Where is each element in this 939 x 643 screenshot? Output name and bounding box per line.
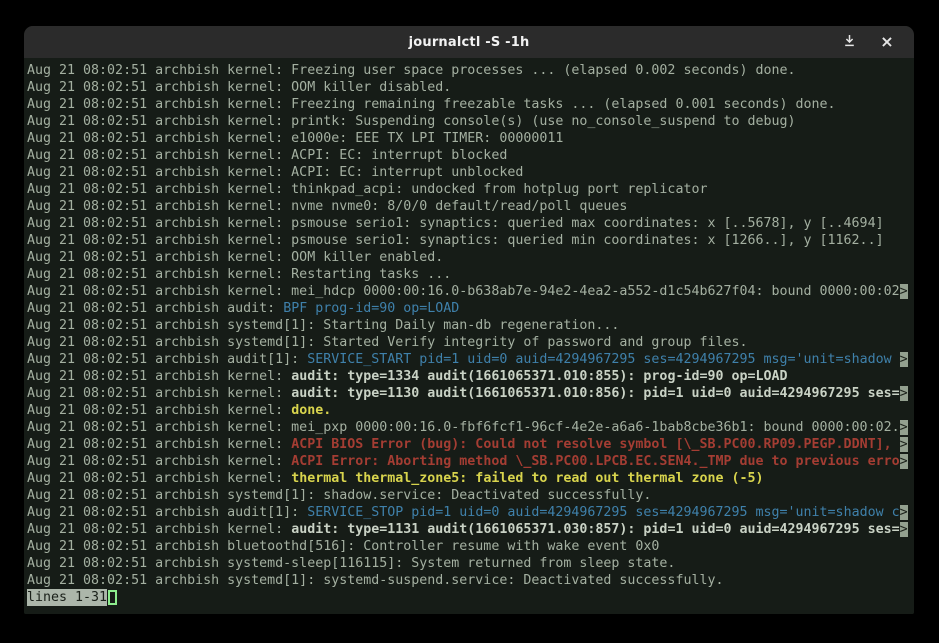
log-segment: > xyxy=(900,352,908,367)
log-segment: Aug 21 08:02:51 archbish systemd[1]: sha… xyxy=(27,488,651,503)
log-line: Aug 21 08:02:51 archbish audit[1]: SERVI… xyxy=(27,504,914,521)
log-segment: Aug 21 08:02:51 archbish audit[1]: xyxy=(27,352,307,367)
log-segment: ACPI Error: Aborting method \_SB.PC00.LP… xyxy=(291,454,899,469)
log-segment: Aug 21 08:02:51 archbish kernel: psmouse… xyxy=(27,233,884,248)
window-title: journalctl -S -1h xyxy=(409,35,530,50)
log-line: Aug 21 08:02:51 archbish kernel: audit: … xyxy=(27,368,914,385)
terminal-cursor xyxy=(108,590,117,605)
log-segment: Aug 21 08:02:51 archbish kernel: xyxy=(27,454,291,469)
log-segment: ACPI BIOS Error (bug): Could not resolve… xyxy=(291,437,899,452)
log-segment: > xyxy=(900,437,908,452)
log-line: Aug 21 08:02:51 archbish kernel: mei_hdc… xyxy=(27,283,914,300)
log-line: Aug 21 08:02:51 archbish systemd[1]: sha… xyxy=(27,487,914,504)
log-segment: thermal thermal_zone5: failed to read ou… xyxy=(291,471,763,486)
log-segment: Aug 21 08:02:51 archbish kernel: xyxy=(27,369,291,384)
log-line: Aug 21 08:02:51 archbish kernel: ACPI Er… xyxy=(27,453,914,470)
log-line: Aug 21 08:02:51 archbish kernel: done. xyxy=(27,402,914,419)
log-segment: Aug 21 08:02:51 archbish kernel: ACPI: E… xyxy=(27,148,507,163)
log-segment: > xyxy=(900,284,908,299)
log-line: Aug 21 08:02:51 archbish kernel: thermal… xyxy=(27,470,914,487)
log-segment: Aug 21 08:02:51 archbish kernel: ACPI: E… xyxy=(27,165,523,180)
log-line: Aug 21 08:02:51 archbish kernel: ACPI: E… xyxy=(27,147,914,164)
log-segment: audit: type=1334 audit(1661065371.010:85… xyxy=(291,369,787,384)
log-line: Aug 21 08:02:51 archbish kernel: ACPI: E… xyxy=(27,164,914,181)
log-segment: Aug 21 08:02:51 archbish kernel: OOM kil… xyxy=(27,250,443,265)
log-segment: > xyxy=(900,522,908,537)
log-segment: audit: type=1131 audit(1661065371.030:85… xyxy=(291,522,899,537)
log-line: Aug 21 08:02:51 archbish kernel: OOM kil… xyxy=(27,79,914,96)
log-segment: Aug 21 08:02:51 archbish kernel: thinkpa… xyxy=(27,182,707,197)
log-segment: Aug 21 08:02:51 archbish kernel: printk:… xyxy=(27,114,796,129)
log-segment: Aug 21 08:02:51 archbish audit: xyxy=(27,301,283,316)
log-line: Aug 21 08:02:51 archbish systemd-sleep[1… xyxy=(27,555,914,572)
log-line: Aug 21 08:02:51 archbish kernel: audit: … xyxy=(27,385,914,402)
titlebar[interactable]: journalctl -S -1h × xyxy=(24,26,914,58)
log-line: Aug 21 08:02:51 archbish kernel: nvme nv… xyxy=(27,198,914,215)
log-line: Aug 21 08:02:51 archbish kernel: Restart… xyxy=(27,266,914,283)
terminal-lines: Aug 21 08:02:51 archbish kernel: Freezin… xyxy=(27,62,914,589)
log-segment: Aug 21 08:02:51 archbish kernel: Freezin… xyxy=(27,97,836,112)
log-line: Aug 21 08:02:51 archbish kernel: OOM kil… xyxy=(27,249,914,266)
terminal-output[interactable]: Aug 21 08:02:51 archbish kernel: Freezin… xyxy=(24,58,914,614)
log-line: Aug 21 08:02:51 archbish audit: BPF prog… xyxy=(27,300,914,317)
log-segment: Aug 21 08:02:51 archbish systemd-sleep[1… xyxy=(27,556,675,571)
log-line: Aug 21 08:02:51 archbish kernel: printk:… xyxy=(27,113,914,130)
log-segment: Aug 21 08:02:51 archbish kernel: nvme nv… xyxy=(27,199,627,214)
log-line: Aug 21 08:02:51 archbish systemd[1]: Sta… xyxy=(27,334,914,351)
log-segment: Aug 21 08:02:51 archbish audit[1]: xyxy=(27,505,307,520)
log-line: Aug 21 08:02:51 archbish kernel: ACPI BI… xyxy=(27,436,914,453)
log-segment: Aug 21 08:02:51 archbish kernel: xyxy=(27,522,291,537)
log-segment: Aug 21 08:02:51 archbish kernel: xyxy=(27,471,291,486)
log-line: Aug 21 08:02:51 archbish kernel: e1000e:… xyxy=(27,130,914,147)
close-icon: × xyxy=(880,34,893,50)
log-line: Aug 21 08:02:51 archbish kernel: audit: … xyxy=(27,521,914,538)
log-line: Aug 21 08:02:51 archbish kernel: psmouse… xyxy=(27,232,914,249)
log-segment: Aug 21 08:02:51 archbish kernel: xyxy=(27,403,291,418)
log-line: Aug 21 08:02:51 archbish systemd[1]: Sta… xyxy=(27,317,914,334)
log-segment: > xyxy=(900,386,908,401)
log-segment: Aug 21 08:02:51 archbish kernel: psmouse… xyxy=(27,216,884,231)
close-button[interactable]: × xyxy=(876,31,898,53)
log-segment: SERVICE_START pid=1 uid=0 auid=429496729… xyxy=(307,352,899,367)
log-line: Aug 21 08:02:51 archbish kernel: psmouse… xyxy=(27,215,914,232)
log-segment: > xyxy=(900,454,908,469)
log-line: Aug 21 08:02:51 archbish kernel: Freezin… xyxy=(27,96,914,113)
log-segment: > xyxy=(900,420,908,435)
log-segment: SERVICE_STOP pid=1 uid=0 auid=4294967295… xyxy=(307,505,899,520)
log-segment: Aug 21 08:02:51 archbish kernel: OOM kil… xyxy=(27,80,451,95)
log-segment: Aug 21 08:02:51 archbish kernel: xyxy=(27,386,291,401)
log-segment: > xyxy=(900,505,908,520)
download-button[interactable] xyxy=(838,31,860,53)
pager-status-row: lines 1-31 xyxy=(27,589,914,606)
log-segment: Aug 21 08:02:51 archbish systemd[1]: Sta… xyxy=(27,335,748,350)
log-segment: Aug 21 08:02:51 archbish kernel: mei_pxp… xyxy=(27,420,900,435)
log-line: Aug 21 08:02:51 archbish kernel: Freezin… xyxy=(27,62,914,79)
log-line: Aug 21 08:02:51 archbish kernel: thinkpa… xyxy=(27,181,914,198)
log-segment: Aug 21 08:02:51 archbish kernel: Freezin… xyxy=(27,63,796,78)
log-line: Aug 21 08:02:51 archbish audit[1]: SERVI… xyxy=(27,351,914,368)
log-segment: done. xyxy=(291,403,331,418)
log-segment: BPF prog-id=90 op=LOAD xyxy=(283,301,459,316)
log-segment: Aug 21 08:02:51 archbish bluetoothd[516]… xyxy=(27,539,659,554)
log-segment: Aug 21 08:02:51 archbish systemd[1]: sys… xyxy=(27,573,723,588)
log-line: Aug 21 08:02:51 archbish bluetoothd[516]… xyxy=(27,538,914,555)
log-segment: Aug 21 08:02:51 archbish systemd[1]: Sta… xyxy=(27,318,619,333)
titlebar-buttons: × xyxy=(838,26,898,58)
log-segment: Aug 21 08:02:51 archbish kernel: xyxy=(27,437,291,452)
pager-status: lines 1-31 xyxy=(27,589,107,606)
log-line: Aug 21 08:02:51 archbish kernel: mei_pxp… xyxy=(27,419,914,436)
log-line: Aug 21 08:02:51 archbish systemd[1]: sys… xyxy=(27,572,914,589)
log-segment: Aug 21 08:02:51 archbish kernel: Restart… xyxy=(27,267,451,282)
log-segment: Aug 21 08:02:51 archbish kernel: e1000e:… xyxy=(27,131,563,146)
log-segment: audit: type=1130 audit(1661065371.010:85… xyxy=(291,386,899,401)
download-icon xyxy=(843,34,856,50)
terminal-window: journalctl -S -1h × Aug 21 08:02:51 arch… xyxy=(24,26,914,614)
log-segment: Aug 21 08:02:51 archbish kernel: mei_hdc… xyxy=(27,284,900,299)
